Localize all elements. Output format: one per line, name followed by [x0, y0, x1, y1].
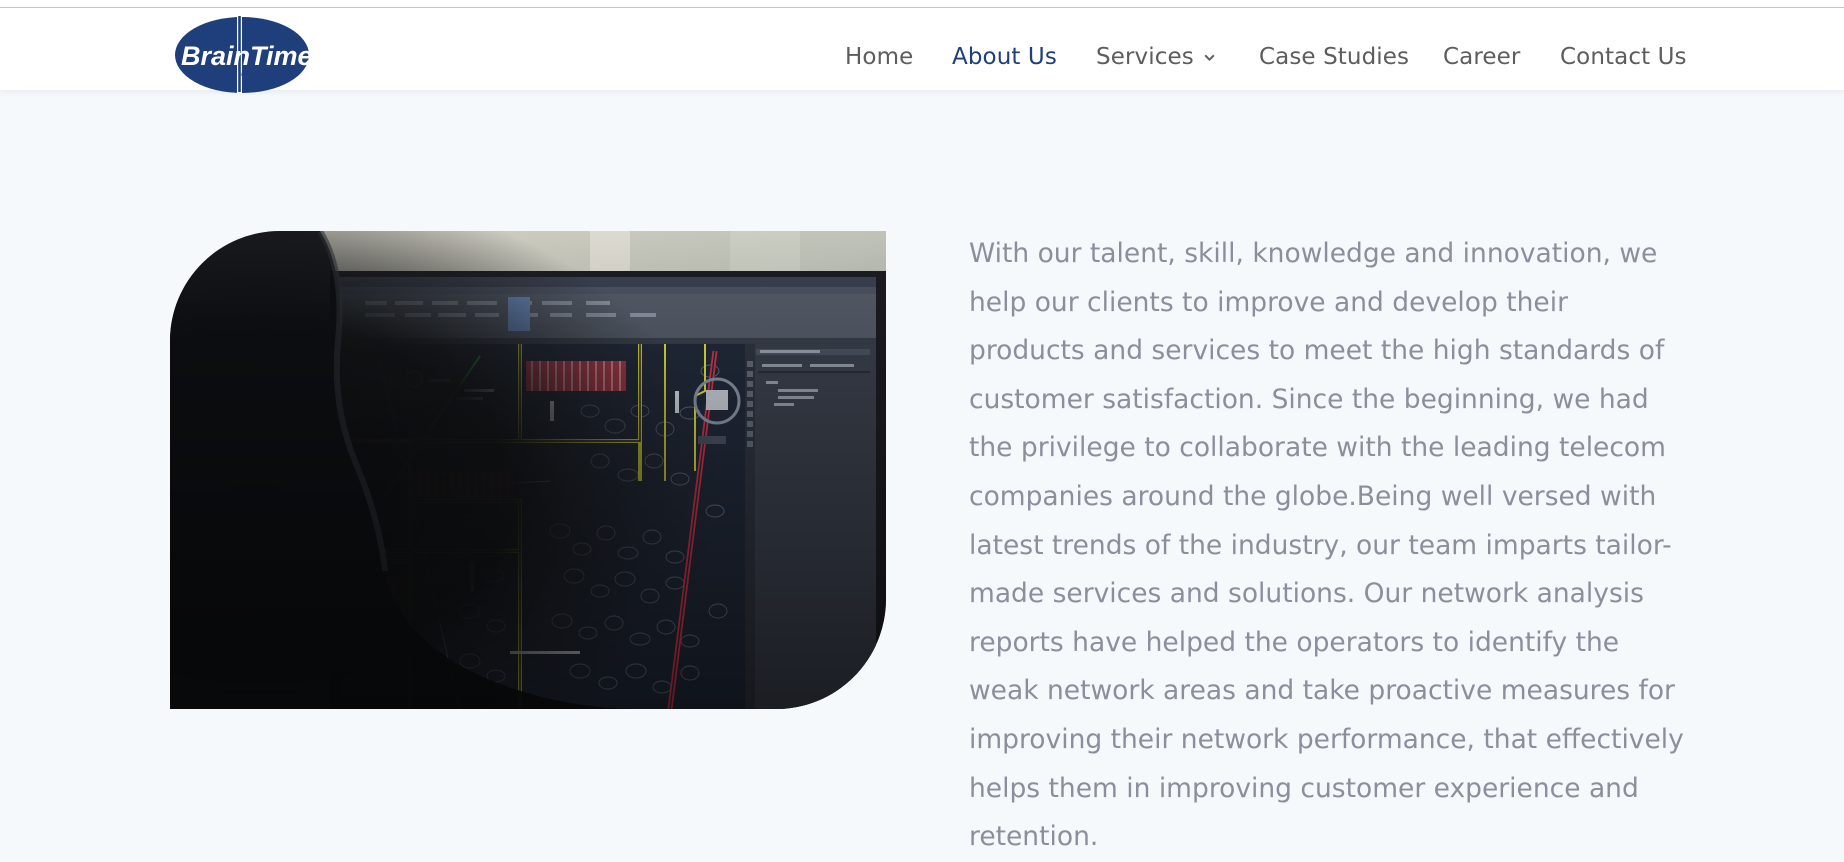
- nav-item-label: Services: [1096, 44, 1194, 70]
- logo-tagline: Professional Services: [241, 72, 294, 78]
- nav-item-label: Home: [845, 44, 914, 70]
- nav-item-label: About Us: [952, 44, 1057, 70]
- nav-item-label: Career: [1443, 44, 1521, 70]
- nav-item-about-us[interactable]: About Us: [952, 44, 1057, 70]
- top-border: [0, 0, 1844, 8]
- about-paragraph: With our talent, skill, knowledge and in…: [969, 238, 1684, 853]
- nav-item-contact-us[interactable]: Contact Us: [1560, 44, 1687, 70]
- main-nav: Home About Us Services Case Studies Care…: [845, 42, 1844, 72]
- chevron-down-icon: [1204, 54, 1215, 61]
- nav-item-home[interactable]: Home: [845, 44, 913, 70]
- logo-text-brain: BrainTime: [181, 41, 313, 71]
- nav-item-career[interactable]: Career: [1443, 44, 1520, 70]
- nav-item-label: Case Studies: [1259, 44, 1410, 70]
- about-image: [170, 231, 886, 709]
- nav-item-case-studies[interactable]: Case Studies: [1259, 44, 1409, 70]
- braintime-logo[interactable]: BrainTime Professional Services: [172, 13, 322, 95]
- nav-item-label: Contact Us: [1560, 44, 1687, 70]
- nav-item-services[interactable]: Services: [1096, 44, 1216, 70]
- site-header: BrainTime Professional Services Home Abo…: [0, 8, 1844, 93]
